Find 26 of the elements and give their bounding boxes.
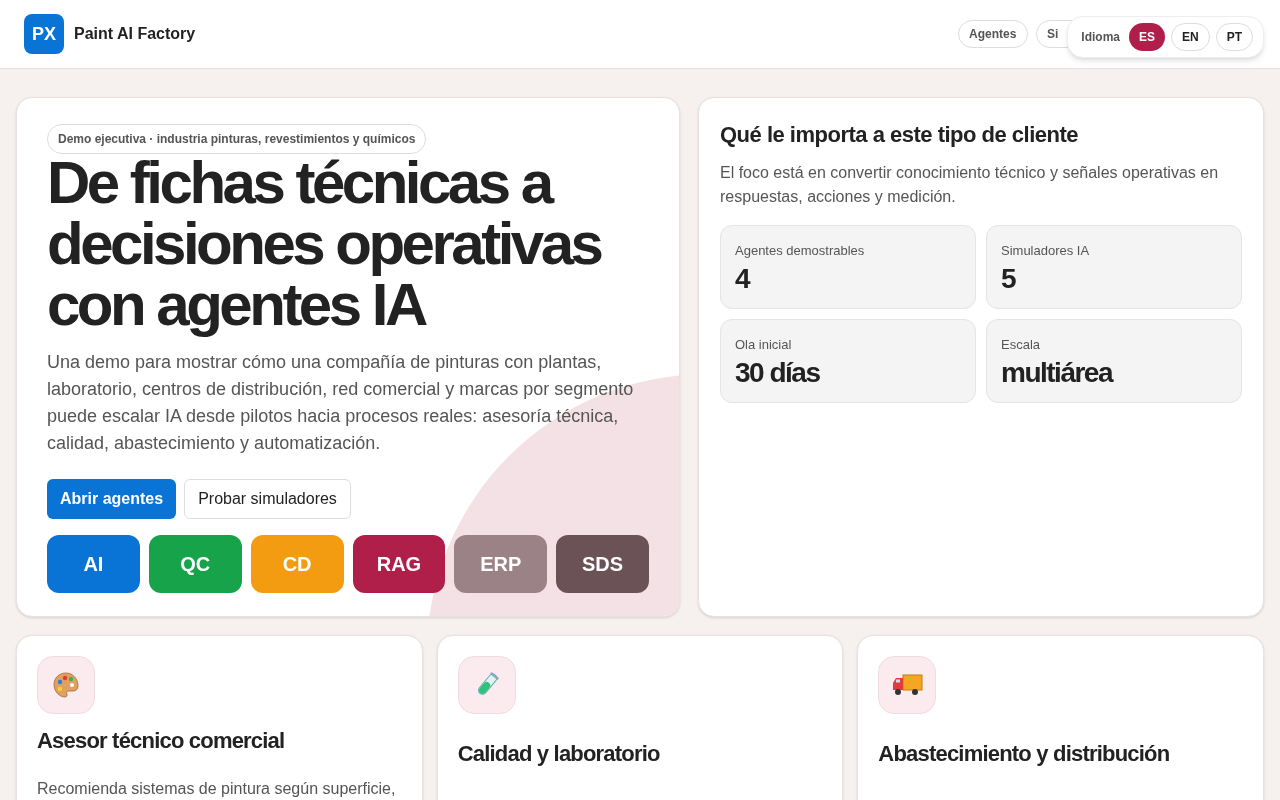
tag-tile: CD [250,535,344,593]
badge: Demo ejecutiva · industria pinturas, revestimientos y químicos [47,124,427,154]
card-description: Recomienda sistemas de pintura según superficie, [37,779,397,799]
stat-value: multiárea [1001,356,1114,389]
stat-value: 5 [1001,262,1017,295]
card-title: Calidad y laboratorio [457,740,661,768]
stat-label: Agentes demostrables [735,242,866,260]
panel-description: El foco está en convertir conocimiento técnico y señales operativas en respuestas, acciones y medición. [720,163,1220,207]
tag-tile: SDS [556,535,649,593]
card-title: Asesor técnico comercial [37,727,286,755]
tag-tile: QC [148,535,242,593]
stat-value: 4 [735,262,751,295]
hero-description: Una demo para mostrar cómo una compañía de pinturas con plantas, laboratorio, centros de distribución, red comercial y marcas por segmento puede escalar IA desde pilotos hacia procesos reales: asesoría técnica, calidad, abastecimiento y automatización. [47,351,635,455]
logo: PX [24,14,64,54]
panel-title: Qué le importa a este tipo de cliente [720,121,1080,149]
language-label: Idioma [1081,29,1120,45]
card-title: Abastecimiento y distribución [878,740,1171,768]
app-title: Paint AI Factory [74,24,196,44]
tag-tile: AI [47,535,140,593]
stat-label: Simuladores IA [1001,242,1091,260]
stat-label: Ola inicial [735,336,793,354]
tag-tile: RAG [352,535,446,593]
hero-title: De fichas técnicas a decisiones operativas con agentes IA [47,152,602,335]
stat-value: 30 días [735,356,821,389]
stat-label: Escala [1001,336,1042,354]
tag-tile: ERP [454,535,548,593]
